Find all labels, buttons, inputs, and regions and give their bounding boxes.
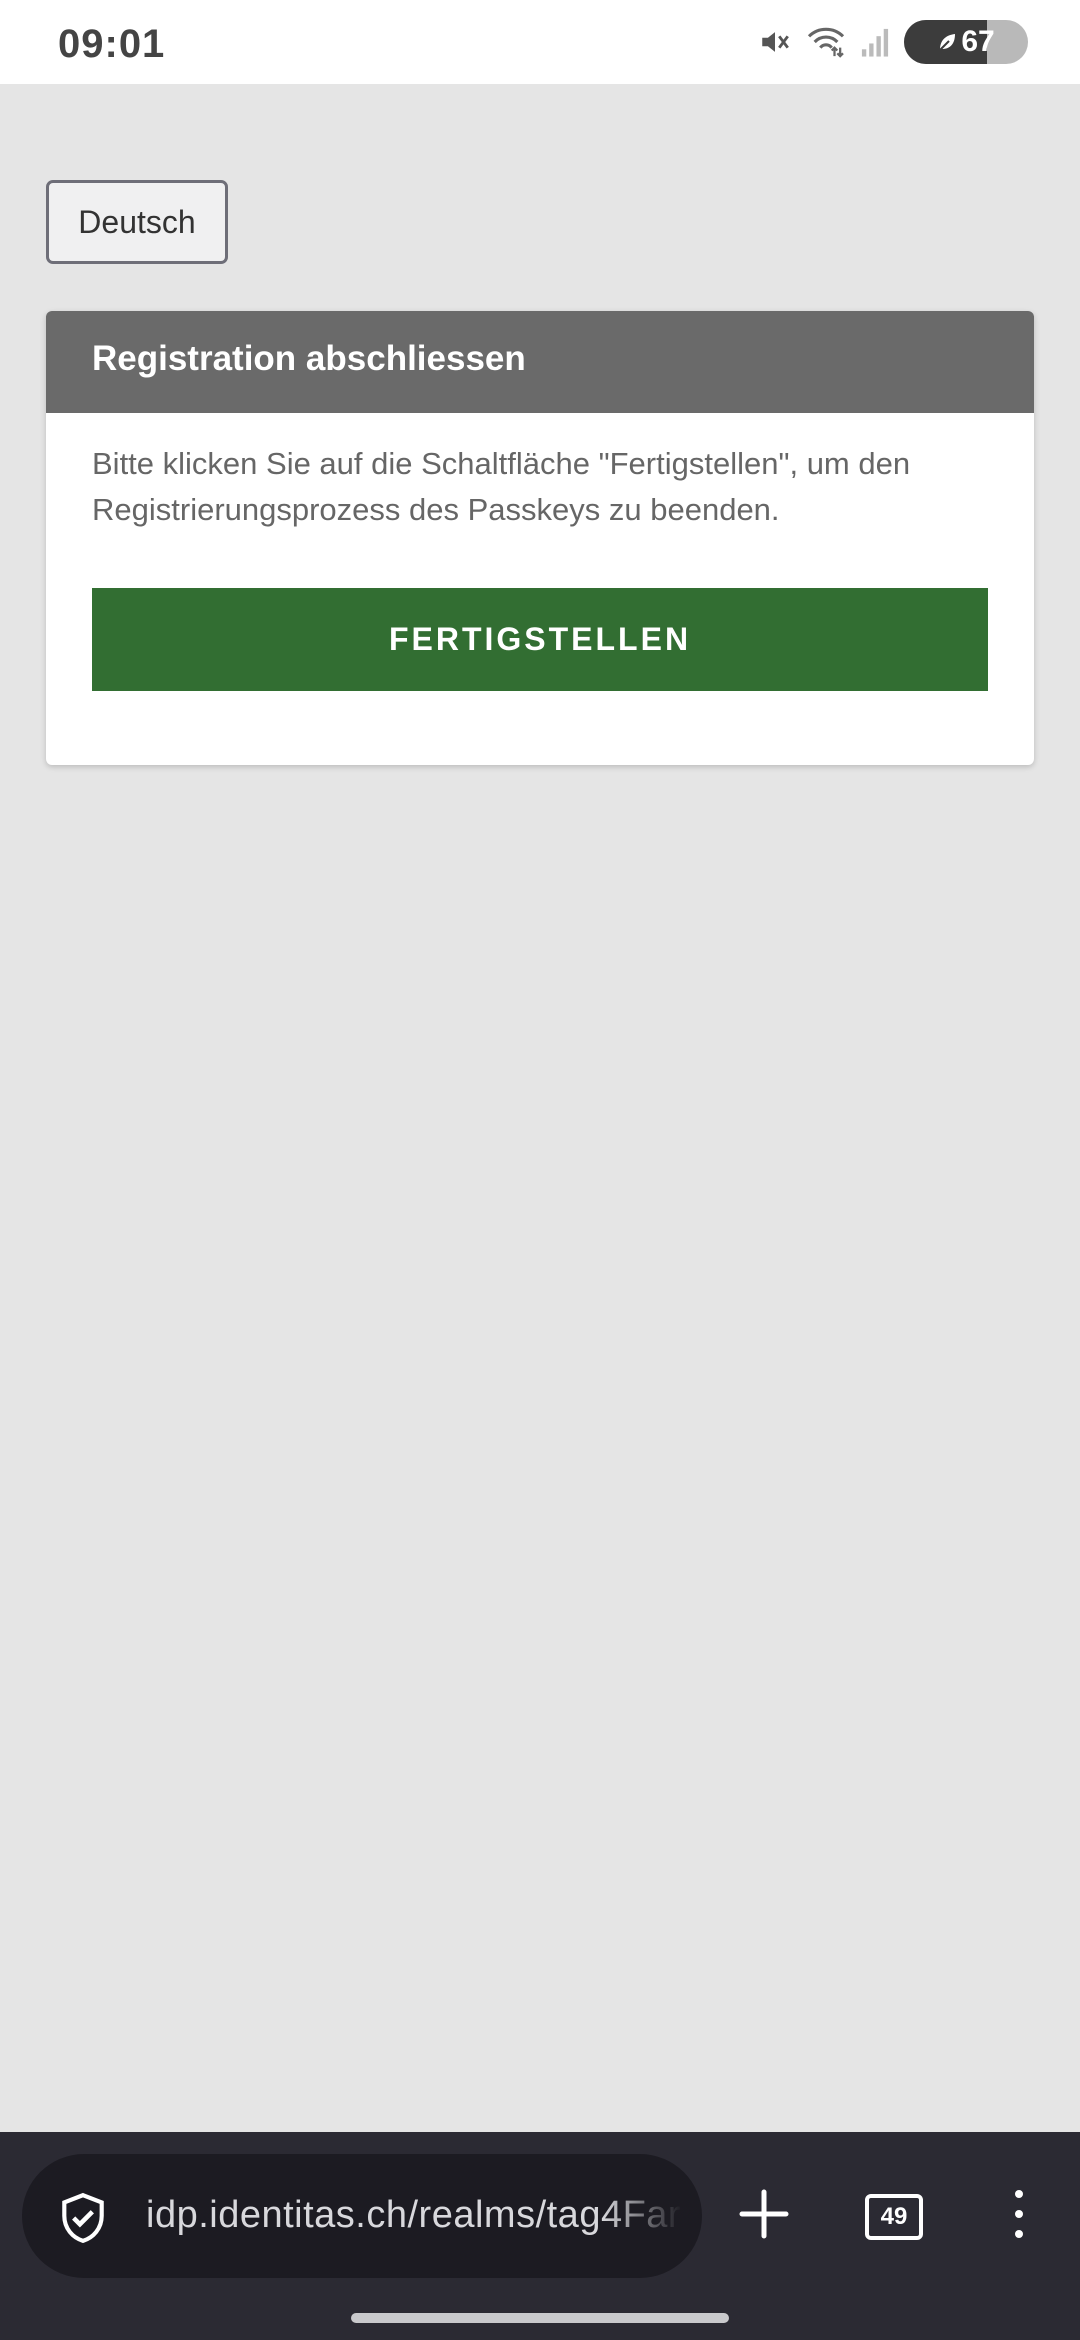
signal-icon: [860, 26, 890, 58]
tabs-icon[interactable]: 49: [865, 2194, 923, 2240]
card-header: Registration abschliessen: [46, 311, 1034, 413]
language-selector-button[interactable]: Deutsch: [46, 180, 228, 264]
card-message: Bitte klicken Sie auf die Schaltfläche "…: [92, 446, 911, 527]
menu-kebab-icon[interactable]: [1004, 2188, 1034, 2240]
battery-level: 67: [961, 25, 995, 58]
battery-icon: 67: [904, 20, 1028, 64]
status-icons: 67: [758, 20, 1028, 64]
wifi-icon: [806, 25, 846, 59]
finish-button[interactable]: FERTIGSTELLEN: [92, 588, 988, 691]
mute-icon: [758, 25, 792, 59]
card-title: Registration abschliessen: [92, 339, 526, 378]
url-bar[interactable]: idp.identitas.ch/realms/tag4Far: [22, 2154, 702, 2278]
leaf-icon: [937, 31, 957, 53]
registration-card: Registration abschliessen Bitte klicken …: [46, 311, 1034, 765]
plus-icon[interactable]: [738, 2188, 790, 2240]
shield-check-icon[interactable]: [58, 2191, 108, 2250]
home-indicator[interactable]: [351, 2313, 729, 2323]
status-bar: 09:01 67: [0, 0, 1080, 84]
status-time: 09:01: [58, 22, 166, 66]
